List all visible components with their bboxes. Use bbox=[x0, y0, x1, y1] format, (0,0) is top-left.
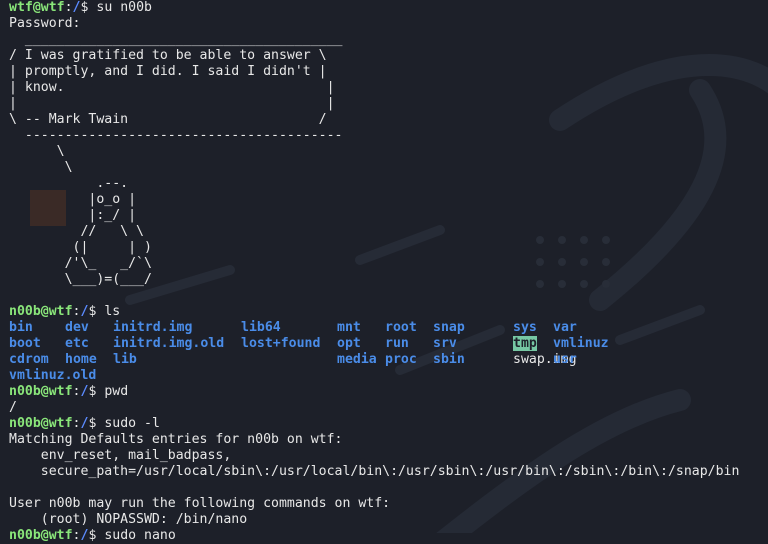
ls-entry: initrd.img.old bbox=[113, 336, 225, 351]
ls-entry: lib64 bbox=[241, 320, 281, 335]
ls-entry: vmlinuz.old bbox=[9, 368, 97, 383]
prompt-line-ls: n00b@wtf:/$ ls bbox=[9, 304, 121, 319]
ls-entry: dev bbox=[65, 320, 89, 335]
ls-entry: home bbox=[65, 352, 97, 367]
ls-entry: srv bbox=[433, 336, 457, 351]
ls-entry: tmp bbox=[513, 336, 553, 352]
password-prompt: Password: bbox=[9, 16, 81, 31]
prompt-line-sudo-nano: n00b@wtf:/$ sudo nano bbox=[9, 528, 176, 543]
ls-entry: run bbox=[385, 336, 409, 351]
ls-entry: etc bbox=[65, 336, 89, 351]
ls-row: boot etc initrd.img.old lost+found opt run srv… bbox=[9, 336, 768, 352]
ls-entry: vmlinuz bbox=[553, 336, 609, 351]
ls-entry: media bbox=[337, 352, 377, 367]
ls-entry: var bbox=[553, 320, 577, 335]
ls-entry: usr bbox=[553, 352, 577, 367]
ls-entry: lib bbox=[113, 352, 137, 367]
prompt-line-su: wtf@wtf:/$ su n00b bbox=[9, 0, 152, 15]
ls-entry: sys bbox=[513, 320, 537, 335]
ls-row: bin dev initrd.img lib64 mnt root snap sys var bbox=[9, 320, 768, 336]
prompt-line-pwd: n00b@wtf:/$ pwd bbox=[9, 384, 129, 399]
ls-entry: initrd.img bbox=[113, 320, 193, 335]
ls-entry: boot bbox=[9, 336, 41, 351]
sudo-l-output: Matching Defaults entries for n00b on wt… bbox=[9, 432, 740, 527]
ls-entry: proc bbox=[385, 352, 417, 367]
ls-entry: opt bbox=[337, 336, 361, 351]
pwd-output: / bbox=[9, 400, 17, 415]
ls-entry: lost+found bbox=[241, 336, 321, 351]
cowsay-bubble: ________________________________________… bbox=[9, 32, 343, 143]
ls-entry: cdrom bbox=[9, 352, 49, 367]
terminal-output: wtf@wtf:/$ su n00b Password: ___________… bbox=[9, 0, 768, 544]
prompt-line-sudo-l: n00b@wtf:/$ sudo -l bbox=[9, 416, 160, 431]
ls-entry: bin bbox=[9, 320, 33, 335]
tux-ascii-art: \ \ .--. |o_o | |:_/ | // \ \ (| | ) /'\… bbox=[9, 144, 152, 287]
ls-entry: root bbox=[385, 320, 417, 335]
ls-row: cdrom home lib media proc sbin swap.img usr vmli… bbox=[9, 352, 768, 384]
ls-entry: snap bbox=[433, 320, 465, 335]
ls-entry: sbin bbox=[433, 352, 465, 367]
ls-entry: swap.img bbox=[513, 352, 577, 367]
ls-entry-highlight: tmp bbox=[513, 336, 537, 351]
ls-listing: bin dev initrd.img lib64 mnt root snap sys var bo… bbox=[9, 320, 768, 384]
ls-entry bbox=[241, 352, 337, 368]
ls-entry: mnt bbox=[337, 320, 361, 335]
